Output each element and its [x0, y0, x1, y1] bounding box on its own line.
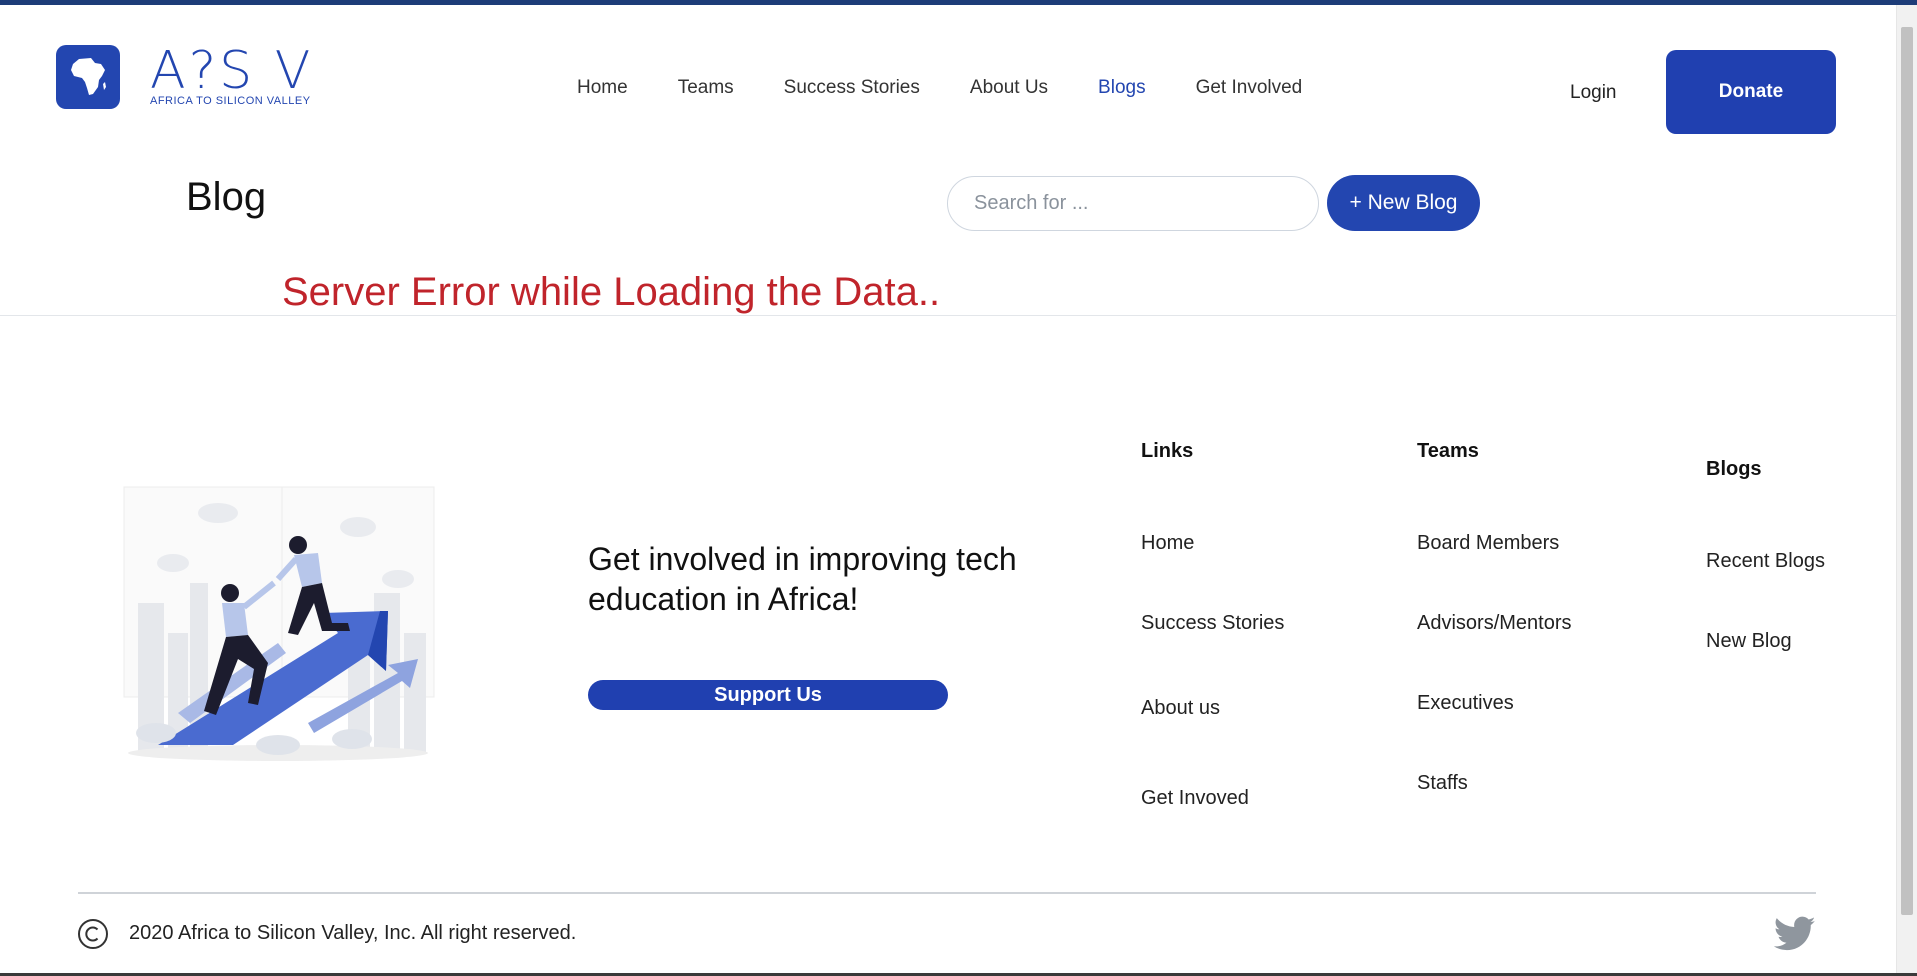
- logo-word: A?S V: [150, 41, 314, 101]
- cta-heading: Get involved in improving tech education…: [588, 541, 1017, 617]
- nav-teams[interactable]: Teams: [678, 77, 734, 99]
- scrollbar-track[interactable]: [1896, 5, 1917, 973]
- donate-button[interactable]: Donate: [1666, 50, 1836, 134]
- footer-teams-column: Teams Board Members Advisors/Mentors Exe…: [1417, 440, 1572, 794]
- footer-link-success-stories[interactable]: Success Stories: [1141, 612, 1284, 635]
- main-nav: Home Teams Success Stories About Us Blog…: [577, 77, 1352, 99]
- footer-divider: [78, 892, 1816, 894]
- footer-link-advisors-mentors[interactable]: Advisors/Mentors: [1417, 612, 1572, 635]
- footer-link-executives[interactable]: Executives: [1417, 692, 1514, 715]
- logo-text: A?S V AFRICA TO SILICON VALLEY: [150, 41, 314, 107]
- footer-blogs-column: Blogs Recent Blogs New Blog: [1706, 458, 1825, 652]
- page-title: Blog: [186, 175, 267, 219]
- search-input[interactable]: [947, 176, 1319, 231]
- footer-link-staffs[interactable]: Staffs: [1417, 772, 1468, 795]
- logo-tagline: AFRICA TO SILICON VALLEY: [150, 95, 311, 107]
- new-blog-button[interactable]: + New Blog: [1327, 175, 1480, 231]
- footer-links-column: Links Home Success Stories About us Get …: [1141, 440, 1284, 809]
- footer-link-new-blog[interactable]: New Blog: [1706, 630, 1792, 653]
- nav-home[interactable]: Home: [577, 77, 628, 99]
- section-divider: [0, 315, 1896, 316]
- footer-link-recent-blogs[interactable]: Recent Blogs: [1706, 550, 1825, 573]
- copyright-icon: [77, 918, 109, 950]
- footer-blogs-heading: Blogs: [1706, 458, 1762, 480]
- page: A?S V AFRICA TO SILICON VALLEY Home Team…: [0, 0, 1917, 976]
- support-us-button[interactable]: Support Us: [588, 680, 948, 710]
- nav-get-involved[interactable]: Get Involved: [1196, 77, 1303, 99]
- footer-links-heading: Links: [1141, 440, 1194, 462]
- nav-success-stories[interactable]: Success Stories: [784, 77, 920, 99]
- footer-link-home[interactable]: Home: [1141, 532, 1194, 555]
- footer-link-board-members[interactable]: Board Members: [1417, 532, 1559, 555]
- africa-map-icon: [56, 45, 120, 109]
- nav-about-us[interactable]: About Us: [970, 77, 1048, 99]
- footer-link-about-us[interactable]: About us: [1141, 697, 1220, 720]
- site-logo[interactable]: A?S V AFRICA TO SILICON VALLEY: [56, 45, 313, 109]
- copyright-text: 2020 Africa to Silicon Valley, Inc. All …: [129, 922, 577, 944]
- scrollbar-thumb[interactable]: [1901, 27, 1913, 915]
- nav-blogs[interactable]: Blogs: [1098, 77, 1146, 99]
- error-message: Server Error while Loading the Data..: [282, 270, 941, 314]
- twitter-icon[interactable]: [1773, 915, 1816, 953]
- footer-link-get-involved[interactable]: Get Invoved: [1141, 787, 1249, 810]
- climbing-people-illustration: [118, 483, 438, 765]
- footer-teams-heading: Teams: [1417, 440, 1479, 462]
- login-link[interactable]: Login: [1570, 82, 1617, 104]
